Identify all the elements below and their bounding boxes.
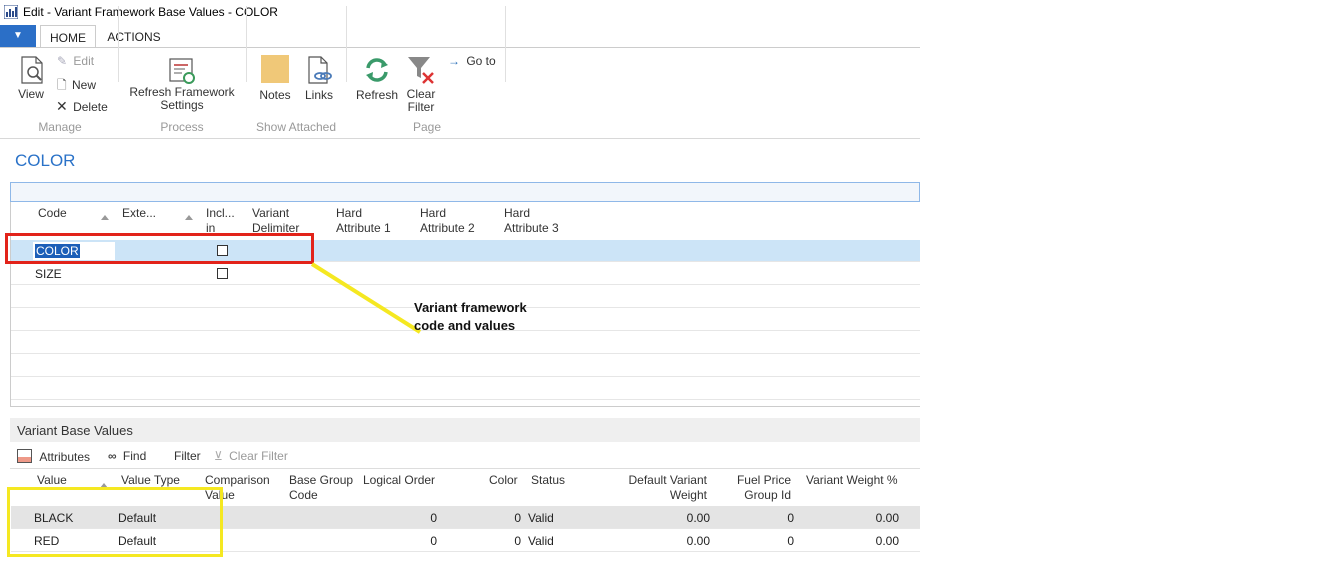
view-button[interactable]: View: [14, 54, 48, 101]
included-checkbox[interactable]: [217, 268, 228, 279]
group-separator: [346, 6, 347, 82]
logical-order-cell[interactable]: 0: [397, 511, 437, 525]
column-header-hard-attribute-2[interactable]: Hard Attribute 2: [420, 206, 490, 236]
group-label-process: Process: [160, 120, 204, 134]
column-header-value[interactable]: Value: [37, 473, 67, 488]
highlight-box-yellow: [7, 487, 223, 557]
new-button[interactable]: 🗋 New: [57, 76, 96, 97]
column-header-included[interactable]: Incl... in: [206, 206, 242, 236]
clear-filter-button[interactable]: Clear Filter: [402, 54, 440, 114]
color-cell[interactable]: 0: [491, 511, 521, 525]
refresh-icon: [366, 58, 388, 82]
subpage-title: Variant Base Values: [17, 423, 133, 438]
column-header-status[interactable]: Status: [531, 473, 565, 488]
view-icon: [21, 56, 43, 84]
refresh-framework-settings-label: Refresh Framework Settings: [129, 85, 235, 112]
column-header-base-group-code[interactable]: Base Group Code: [289, 473, 355, 503]
filter-button[interactable]: Filter: [174, 449, 201, 463]
clear-filter-icon: ⊻: [214, 449, 223, 463]
app-menu-button[interactable]: ▼: [0, 25, 36, 47]
subpage-toolbar: [10, 443, 920, 469]
weight-pct-cell[interactable]: 0.00: [840, 534, 899, 548]
delete-x-icon: ✕: [56, 98, 68, 114]
clear-filter-icon: [408, 57, 434, 84]
column-header-fuel-price-group-id[interactable]: Fuel Price Group Id: [725, 473, 791, 503]
empty-row: [11, 378, 920, 400]
filter-bar[interactable]: [10, 182, 920, 202]
subpage-header: [10, 418, 920, 442]
refresh-settings-icon: [169, 58, 195, 84]
code-cell[interactable]: SIZE: [35, 267, 62, 281]
sort-ascending-icon[interactable]: [101, 215, 109, 220]
fuel-group-cell[interactable]: 0: [754, 511, 794, 525]
logical-order-cell[interactable]: 0: [397, 534, 437, 548]
refresh-framework-settings-button[interactable]: Refresh Framework Settings: [124, 56, 240, 112]
column-header-logical-order[interactable]: Logical Order: [363, 473, 435, 488]
chevron-down-icon: ▼: [13, 30, 23, 41]
column-header-extension[interactable]: Exte...: [122, 206, 156, 221]
view-label: View: [18, 87, 44, 101]
table-row[interactable]: [11, 263, 920, 285]
pencil-icon: ✎: [57, 54, 68, 68]
annotation-connector-line: [310, 262, 422, 334]
empty-row: [11, 332, 920, 354]
attributes-button[interactable]: Attributes: [17, 449, 90, 464]
group-label-page: Page: [412, 120, 442, 134]
arrow-right-icon: →: [448, 54, 460, 68]
new-document-icon: 🗋: [57, 78, 67, 92]
goto-button[interactable]: → Go to: [448, 54, 496, 68]
group-label-show-attached: Show Attached: [255, 120, 337, 134]
empty-row: [11, 355, 920, 377]
column-header-color[interactable]: Color: [489, 473, 518, 488]
refresh-button[interactable]: Refresh: [356, 55, 398, 102]
links-label: Links: [304, 88, 333, 102]
edit-button[interactable]: ✎ Edit: [57, 54, 94, 68]
default-weight-cell[interactable]: 0.00: [650, 511, 710, 525]
default-weight-cell[interactable]: 0.00: [650, 534, 710, 548]
column-header-hard-attribute-1[interactable]: Hard Attribute 1: [336, 206, 406, 236]
notes-label: Notes: [259, 88, 291, 102]
weight-pct-cell[interactable]: 0.00: [840, 511, 899, 525]
column-header-value-type[interactable]: Value Type: [121, 473, 180, 488]
group-separator: [505, 6, 506, 82]
group-label-manage: Manage: [38, 120, 82, 134]
annotation-text: Variant framework code and values: [414, 300, 527, 333]
window-title: Edit - Variant Framework Base Values - C…: [23, 5, 278, 19]
attributes-icon: [17, 449, 32, 463]
find-button[interactable]: ∞ Find: [108, 449, 146, 463]
clear-filter-toolbar-button[interactable]: ⊻ Clear Filter: [214, 449, 288, 463]
page-title: COLOR: [15, 151, 76, 170]
links-button[interactable]: Links: [302, 55, 336, 102]
sort-ascending-icon[interactable]: [185, 215, 193, 220]
notes-icon: [261, 55, 289, 83]
links-icon: [308, 56, 332, 84]
notes-button[interactable]: Notes: [256, 55, 294, 102]
group-separator: [246, 6, 247, 82]
clear-filter-label: Clear Filter: [406, 87, 436, 114]
status-cell[interactable]: Valid: [528, 534, 554, 548]
column-header-variant-weight-pct[interactable]: Variant Weight %: [806, 473, 898, 488]
column-header-code[interactable]: Code: [38, 206, 67, 221]
column-header-variant-delimiter[interactable]: Variant Delimiter: [252, 206, 322, 236]
column-header-hard-attribute-3[interactable]: Hard Attribute 3: [504, 206, 574, 236]
app-logo-icon: [4, 5, 18, 19]
color-cell[interactable]: 0: [491, 534, 521, 548]
binoculars-icon: ∞: [108, 449, 117, 463]
column-header-default-variant-weight[interactable]: Default Variant Weight: [610, 473, 708, 503]
delete-button[interactable]: ✕ Delete: [56, 98, 108, 115]
refresh-label: Refresh: [356, 88, 399, 102]
tab-actions[interactable]: ACTIONS: [100, 25, 168, 47]
tab-home[interactable]: HOME: [40, 25, 96, 48]
status-cell[interactable]: Valid: [528, 511, 554, 525]
fuel-group-cell[interactable]: 0: [754, 534, 794, 548]
group-separator: [118, 6, 119, 82]
highlight-box-red: [5, 233, 314, 264]
